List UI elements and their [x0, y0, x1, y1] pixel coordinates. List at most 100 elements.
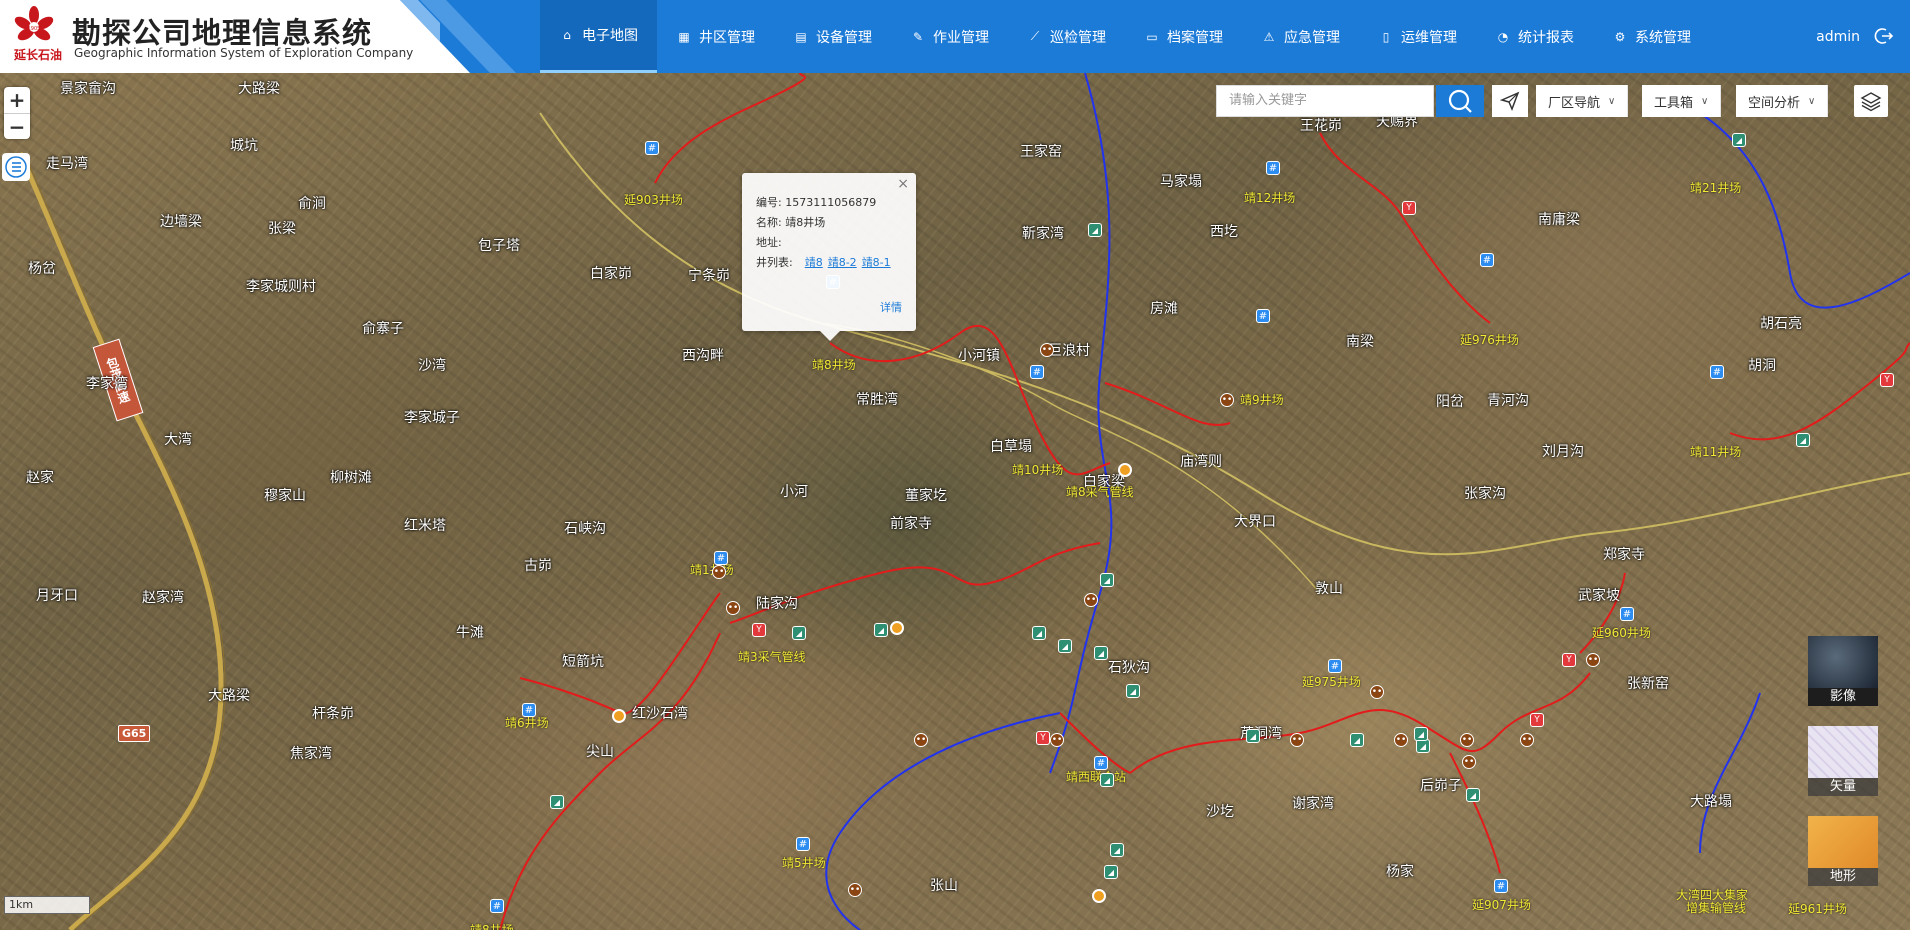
valve-icon[interactable]: Y — [1402, 201, 1416, 215]
station-icon[interactable]: •• — [1084, 593, 1098, 607]
location-pin-icon[interactable] — [612, 709, 626, 723]
toolbox-dropdown[interactable]: 工具箱 ∨ — [1642, 85, 1722, 117]
signal-tower-icon[interactable]: ◢ — [1350, 733, 1364, 747]
station-icon[interactable]: •• — [1220, 393, 1234, 407]
well-site-label[interactable]: 靖12井场 — [1244, 189, 1295, 206]
well-site-icon[interactable]: # — [1328, 659, 1342, 673]
well-site-icon[interactable]: # — [1256, 309, 1270, 323]
signal-tower-icon[interactable]: ◢ — [1732, 133, 1746, 147]
signal-tower-icon[interactable]: ◢ — [550, 795, 564, 809]
location-pin-icon[interactable] — [1092, 889, 1106, 903]
zoom-in-button[interactable]: + — [4, 87, 30, 113]
facility-label[interactable]: 靖西联合站 — [1066, 768, 1126, 785]
signal-tower-icon[interactable]: ◢ — [1088, 223, 1102, 237]
well-site-label[interactable]: 靖3采气管线 — [738, 648, 806, 665]
well-site-label[interactable]: 靖8采气管线 — [1066, 483, 1134, 500]
well-site-label[interactable]: 靖11井场 — [1690, 443, 1741, 460]
valve-icon[interactable]: Y — [1036, 731, 1050, 745]
signal-tower-icon[interactable]: ◢ — [1246, 729, 1260, 743]
signal-tower-icon[interactable]: ◢ — [1104, 865, 1118, 879]
well-site-icon[interactable]: # — [1620, 607, 1634, 621]
station-icon[interactable]: •• — [1520, 733, 1534, 747]
signal-tower-icon[interactable]: ◢ — [1100, 573, 1114, 587]
spatial-analysis-dropdown[interactable]: 空间分析 ∨ — [1736, 85, 1829, 117]
basemap-terrain[interactable]: 地形 — [1808, 816, 1878, 886]
location-pin-icon[interactable] — [890, 621, 904, 635]
nav-item[interactable]: ⟋ 巡检管理 — [1008, 0, 1125, 73]
station-icon[interactable]: •• — [1394, 733, 1408, 747]
signal-tower-icon[interactable]: ◢ — [1466, 788, 1480, 802]
signal-tower-icon[interactable]: ◢ — [792, 626, 806, 640]
layers-button[interactable] — [1854, 85, 1888, 117]
nav-item[interactable]: ▯ 运维管理 — [1359, 0, 1476, 73]
well-site-icon[interactable]: # — [1710, 365, 1724, 379]
well-link[interactable]: 靖8 — [805, 256, 823, 269]
station-icon[interactable]: •• — [1462, 755, 1476, 769]
signal-tower-icon[interactable]: ◢ — [1110, 843, 1124, 857]
well-site-label[interactable]: 靖5井场 — [782, 854, 826, 871]
map-view[interactable]: 包茂高速 G65 景家畲沟 大路梁 城坑 走马湾 俞涧 边墙梁 张梁 杨岔 包子塔 李家城则村 俞寨… — [0, 73, 1910, 930]
station-icon[interactable]: •• — [1290, 733, 1304, 747]
well-link[interactable]: 靖8-2 — [828, 256, 857, 269]
station-icon[interactable]: •• — [726, 601, 740, 615]
well-site-label[interactable]: 延907井场 — [1472, 896, 1531, 913]
signal-tower-icon[interactable]: ◢ — [1414, 727, 1428, 741]
nav-item[interactable]: ⌂ 电子地图 — [540, 0, 657, 73]
well-site-icon[interactable]: # — [645, 141, 659, 155]
signal-tower-icon[interactable]: ◢ — [1416, 739, 1430, 753]
well-site-icon[interactable]: # — [1030, 365, 1044, 379]
well-site-label[interactable]: 靖8井场 — [470, 921, 514, 930]
well-site-icon[interactable]: # — [1494, 879, 1508, 893]
nav-item[interactable]: ◔ 统计报表 — [1476, 0, 1593, 73]
search-button[interactable] — [1436, 85, 1484, 117]
well-site-label[interactable]: 延976井场 — [1460, 331, 1519, 348]
signal-tower-icon[interactable]: ◢ — [1796, 433, 1810, 447]
station-icon[interactable]: •• — [848, 883, 862, 897]
station-icon[interactable]: •• — [914, 733, 928, 747]
detail-link[interactable]: 详情 — [880, 299, 902, 315]
station-icon[interactable]: •• — [1370, 685, 1384, 699]
well-site-label[interactable]: 靖9井场 — [1240, 391, 1284, 408]
well-site-icon[interactable]: # — [1094, 756, 1108, 770]
signal-tower-icon[interactable]: ◢ — [1094, 646, 1108, 660]
nav-item[interactable]: ⚙ 系统管理 — [1593, 0, 1710, 73]
well-site-label[interactable]: 靖10井场 — [1012, 461, 1063, 478]
signal-tower-icon[interactable]: ◢ — [1032, 626, 1046, 640]
well-site-label[interactable]: 延975井场 — [1302, 673, 1361, 690]
well-site-icon[interactable]: # — [714, 551, 728, 565]
signal-tower-icon[interactable]: ◢ — [1058, 639, 1072, 653]
well-site-label[interactable]: 靖21井场 — [1690, 179, 1741, 196]
valve-icon[interactable]: Y — [1530, 713, 1544, 727]
well-site-label[interactable]: 延903井场 — [624, 191, 683, 208]
station-icon[interactable]: •• — [712, 565, 726, 579]
nav-item[interactable]: ⚠ 应急管理 — [1242, 0, 1359, 73]
valve-icon[interactable]: Y — [752, 623, 766, 637]
station-icon[interactable]: •• — [1050, 733, 1064, 747]
zoom-out-button[interactable]: − — [4, 113, 30, 139]
nav-item[interactable]: ▦ 井区管理 — [657, 0, 774, 73]
well-site-icon[interactable]: # — [522, 703, 536, 717]
signal-tower-icon[interactable]: ◢ — [1126, 684, 1140, 698]
well-site-icon[interactable]: # — [1266, 161, 1280, 175]
well-site-icon[interactable]: # — [1480, 253, 1494, 267]
facility-label[interactable]: 增集输管线 — [1686, 899, 1746, 916]
nav-item[interactable]: ✎ 作业管理 — [891, 0, 1008, 73]
nav-item[interactable]: ▤ 设备管理 — [774, 0, 891, 73]
well-site-label[interactable]: 延960井场 — [1592, 624, 1651, 641]
well-link[interactable]: 靖8-1 — [862, 256, 891, 269]
well-site-icon[interactable]: # — [490, 899, 504, 913]
basemap-vector[interactable]: 矢量 — [1808, 726, 1878, 796]
valve-icon[interactable]: Y — [1562, 653, 1576, 667]
plant-nav-dropdown[interactable]: 厂区导航 ∨ — [1536, 85, 1629, 117]
location-pin-icon[interactable] — [1118, 463, 1132, 477]
user-name[interactable]: admin — [1816, 0, 1860, 73]
search-input[interactable]: 请输入关键字 — [1216, 85, 1434, 117]
nav-item[interactable]: ▭ 档案管理 — [1125, 0, 1242, 73]
signal-tower-icon[interactable]: ◢ — [1100, 773, 1114, 787]
station-icon[interactable]: •• — [1586, 653, 1600, 667]
well-site-label[interactable]: 靖8井场 — [812, 356, 856, 373]
signal-tower-icon[interactable]: ◢ — [874, 623, 888, 637]
station-icon[interactable]: •• — [1040, 343, 1054, 357]
logout-icon[interactable] — [1872, 24, 1896, 48]
valve-icon[interactable]: Y — [1880, 373, 1894, 387]
